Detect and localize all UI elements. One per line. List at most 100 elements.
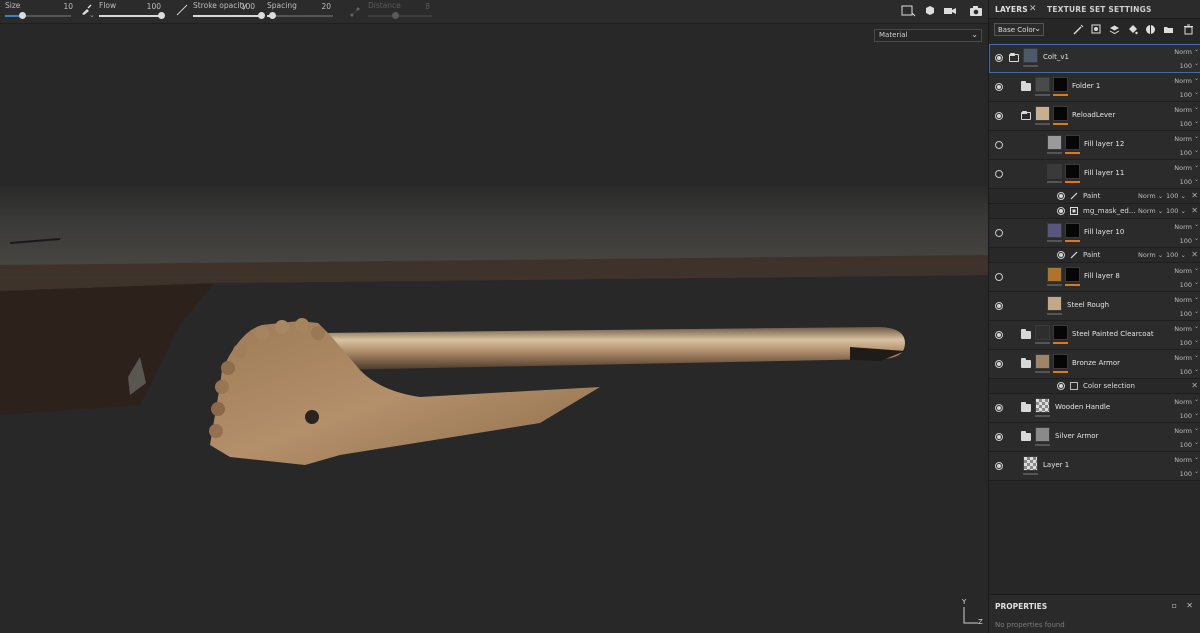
folder-icon[interactable] [1021,358,1031,368]
spacing-value[interactable]: 20 [303,2,331,11]
layer-name[interactable]: Fill layer 10 [1084,228,1124,236]
opacity-value[interactable]: 100 [1180,339,1192,347]
layer-name[interactable]: Fill layer 8 [1084,272,1120,280]
blend-mode-dropdown[interactable]: Norm [1174,398,1192,406]
opacity-value[interactable]: 100 [1180,149,1192,157]
size-slider[interactable]: Size 10 [5,0,73,24]
effect-name[interactable]: Paint [1083,192,1100,200]
effect-blend-dropdown[interactable]: Norm ⌄ [1138,192,1163,200]
visibility-eye-icon[interactable] [995,331,1003,339]
layer-name[interactable]: Silver Armor [1055,432,1098,440]
layer-row[interactable]: Fill layer 11 Norm ⌄ 100 ⌄ [989,160,1200,189]
layer-row[interactable]: Layer 1 Norm ⌄ 100 ⌄ [989,452,1200,481]
mask-thumbnail[interactable] [1065,135,1080,150]
blend-mode-dropdown[interactable]: Norm [1174,325,1192,333]
add-layer-icon[interactable] [1109,24,1120,35]
effect-opacity-value[interactable]: 100 ⌄ [1166,192,1186,200]
blend-mode-dropdown[interactable]: Norm [1174,267,1192,275]
blend-mode-dropdown[interactable]: Norm [1174,296,1192,304]
delete-layer-icon[interactable] [1183,24,1194,35]
opacity-value[interactable]: 100 [1180,281,1192,289]
add-folder-icon[interactable] [1163,24,1174,35]
color-selection-checkbox-icon[interactable] [1070,382,1078,390]
visibility-eye-icon[interactable] [995,404,1003,412]
close-icon[interactable]: ✕ [1186,601,1193,610]
add-mask-icon[interactable] [1091,24,1102,35]
visibility-eye-icon[interactable] [995,229,1003,237]
layer-row[interactable]: ReloadLever Norm ⌄ 100 ⌄ [989,102,1200,131]
effect-row[interactable]: Paint Norm ⌄ 100 ⌄ ✕ [989,189,1200,204]
layer-name[interactable]: ReloadLever [1072,111,1115,119]
layer-row[interactable]: Silver Armor Norm ⌄ 100 ⌄ [989,423,1200,452]
remove-effect-icon[interactable]: ✕ [1191,250,1198,259]
tab-texture-set-settings[interactable]: TEXTURE SET SETTINGS [1047,5,1152,14]
opacity-value[interactable]: 100 [1180,412,1192,420]
opacity-value[interactable]: 100 [1180,120,1192,128]
maximize-icon[interactable]: ▫ [1172,601,1177,610]
layer-row[interactable]: Steel Painted Clearcoat Norm ⌄ 100 ⌄ [989,321,1200,350]
model-render[interactable] [0,25,988,633]
visibility-eye-icon[interactable] [995,83,1003,91]
layer-name[interactable]: Fill layer 11 [1084,169,1124,177]
effect-name[interactable]: Color selection [1083,382,1135,390]
add-smart-material-icon[interactable] [1145,24,1156,35]
stroke-opacity-value[interactable]: 100 [231,2,255,11]
layer-name[interactable]: Layer 1 [1043,461,1069,469]
blend-mode-dropdown[interactable]: Norm [1174,164,1192,172]
layer-row[interactable]: Bronze Armor Norm ⌄ 100 ⌄ [989,350,1200,379]
visibility-eye-icon[interactable] [995,170,1003,178]
visibility-eye-icon[interactable] [995,54,1003,62]
layer-name[interactable]: Fill layer 12 [1084,140,1124,148]
folder-icon[interactable] [1009,53,1019,62]
opacity-value[interactable]: 100 [1180,91,1192,99]
layer-name[interactable]: Colt_v1 [1043,53,1069,61]
blend-mode-dropdown[interactable]: Norm [1174,354,1192,362]
folder-icon[interactable] [1021,431,1031,441]
visibility-eye-icon[interactable] [995,462,1003,470]
effect-row[interactable]: Paint Norm ⌄ 100 ⌄ ✕ [989,248,1200,263]
mask-thumbnail[interactable] [1053,325,1068,340]
lazy-mouse-icon[interactable] [349,6,361,18]
viewport-mode-dropdown[interactable]: Material ⌄ [874,29,982,42]
visibility-eye-icon[interactable] [995,273,1003,281]
layer-name[interactable]: Bronze Armor [1072,359,1120,367]
add-effect-icon[interactable] [1073,24,1084,35]
effect-blend-dropdown[interactable]: Norm ⌄ [1138,207,1163,215]
mask-thumbnail[interactable] [1053,106,1068,121]
layer-row[interactable]: Fill layer 12 Norm ⌄ 100 ⌄ [989,131,1200,160]
visibility-eye-icon[interactable] [1057,192,1065,200]
visibility-eye-icon[interactable] [995,141,1003,149]
effect-row[interactable]: mg_mask_ed... Norm ⌄ 100 ⌄ ✕ [989,204,1200,219]
tab-layers[interactable]: LAYERS [995,5,1028,14]
folder-icon[interactable] [1021,402,1031,412]
layer-row[interactable]: Fill layer 8 Norm ⌄ 100 ⌄ [989,263,1200,292]
blend-mode-dropdown[interactable]: Norm [1174,456,1192,464]
layer-row[interactable]: Wooden Handle Norm ⌄ 100 ⌄ [989,394,1200,423]
visibility-eye-icon[interactable] [995,360,1003,368]
3d-viewport[interactable]: Material ⌄ Y Z [0,25,988,633]
flow-slider[interactable]: Flow 100 [99,0,166,24]
brush-chevron-icon[interactable]: ⌄ [89,11,95,19]
screenshot-camera-icon[interactable] [969,4,983,18]
blend-mode-dropdown[interactable]: Norm [1174,223,1192,231]
layer-row[interactable]: Folder 1 Norm ⌄ 100 ⌄ [989,73,1200,102]
effect-opacity-value[interactable]: 100 ⌄ [1166,207,1186,215]
visibility-eye-icon[interactable] [1057,251,1065,259]
effect-row[interactable]: Color selection ✕ [989,379,1200,394]
opacity-value[interactable]: 100 [1180,310,1192,318]
opacity-value[interactable]: 100 [1180,237,1192,245]
mask-thumbnail[interactable] [1065,267,1080,282]
2d-3d-view-icon[interactable] [900,4,916,18]
opacity-value[interactable]: 100 [1180,368,1192,376]
mask-thumbnail[interactable] [1053,354,1068,369]
visibility-eye-icon[interactable] [995,433,1003,441]
display-settings-icon[interactable] [922,4,938,18]
layer-name[interactable]: Steel Rough [1067,301,1109,309]
opacity-value[interactable]: 100 [1180,62,1192,70]
add-fill-layer-icon[interactable] [1127,24,1138,35]
remove-effect-icon[interactable]: ✕ [1191,206,1198,215]
mask-thumbnail[interactable] [1065,164,1080,179]
blend-mode-dropdown[interactable]: Norm [1174,106,1192,114]
close-tab-icon[interactable]: ✕ [1029,4,1037,14]
visibility-eye-icon[interactable] [995,112,1003,120]
